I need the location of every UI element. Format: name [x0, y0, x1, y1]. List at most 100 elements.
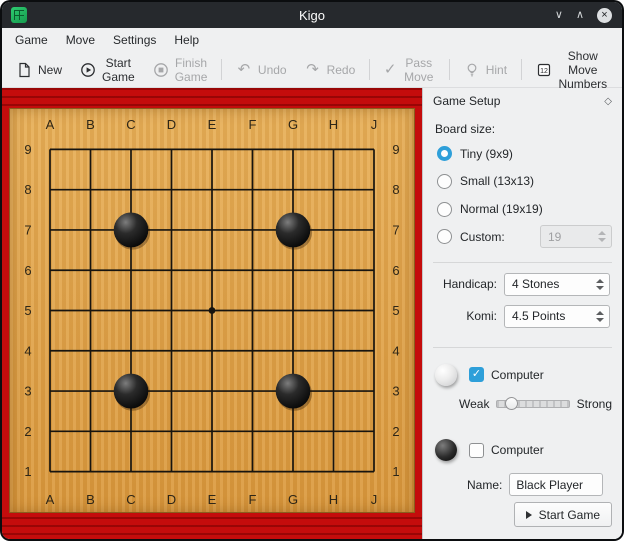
black-player-row: ✓ Computer	[435, 437, 612, 463]
svg-text:12: 12	[540, 68, 548, 75]
menu-move[interactable]: Move	[57, 29, 104, 51]
komi-row: Komi: 4.5 Points	[433, 305, 610, 328]
spin-down-icon[interactable]	[596, 286, 604, 290]
toolbar-separator	[521, 59, 522, 80]
svg-text:2: 2	[24, 424, 31, 439]
radio-row-small[interactable]: Small (13x13)	[437, 171, 612, 193]
spin-up-icon[interactable]	[596, 279, 604, 283]
minimize-button[interactable]: ∨	[555, 2, 563, 28]
svg-text:3: 3	[24, 384, 31, 399]
lightbulb-icon	[464, 62, 480, 78]
spin-up-icon[interactable]	[596, 311, 604, 315]
spin-up-icon[interactable]	[598, 231, 606, 235]
finish-game-button[interactable]: Finish Game	[145, 51, 216, 89]
spin-arrows[interactable]	[598, 231, 606, 242]
toolbar-separator	[369, 59, 370, 80]
weak-label: Weak	[459, 397, 489, 411]
spin-down-icon[interactable]	[596, 318, 604, 322]
game-setup-panel: Game Setup ◇ Board size: Tiny (9x9) Smal…	[422, 88, 622, 539]
svg-text:2: 2	[392, 424, 399, 439]
window-title: Kigo	[2, 8, 622, 23]
menu-game[interactable]: Game	[6, 29, 57, 51]
svg-text:A: A	[46, 492, 55, 507]
handicap-row: Handicap: 4 Stones	[433, 273, 610, 296]
radio-row-normal[interactable]: Normal (19x19)	[437, 198, 612, 220]
radio-tiny[interactable]	[437, 146, 452, 161]
svg-text:5: 5	[24, 303, 31, 318]
radio-row-custom[interactable]: Custom: 19	[437, 226, 612, 248]
svg-text:B: B	[86, 492, 95, 507]
svg-text:1: 1	[24, 464, 31, 479]
maximize-button[interactable]: ∧	[576, 2, 584, 28]
start-game-button[interactable]: Start Game	[514, 502, 612, 527]
titlebar[interactable]: Kigo ∨ ∧ ×	[2, 2, 622, 28]
divider	[433, 347, 612, 348]
white-player-row: ✓ Computer	[435, 362, 612, 388]
svg-text:F: F	[249, 117, 257, 132]
menu-help[interactable]: Help	[165, 29, 208, 51]
play-icon	[526, 511, 532, 519]
custom-size-spinbox[interactable]: 19	[540, 225, 612, 248]
white-computer-checkbox[interactable]: ✓	[469, 367, 484, 382]
hint-button[interactable]: Hint	[456, 57, 515, 83]
radio-small-label: Small (13x13)	[460, 174, 534, 188]
spin-arrows[interactable]	[596, 311, 604, 322]
toolbar-separator	[221, 59, 222, 80]
svg-text:J: J	[371, 492, 377, 507]
undo-button[interactable]: ↶ Undo	[228, 57, 295, 83]
strength-slider[interactable]	[496, 400, 569, 408]
radio-custom[interactable]	[437, 229, 452, 244]
komi-spinbox[interactable]: 4.5 Points	[504, 305, 610, 328]
slider-handle[interactable]	[505, 397, 518, 410]
komi-label: Komi:	[466, 309, 497, 323]
start-game-row: Start Game	[433, 496, 612, 529]
kigo-window: Kigo ∨ ∧ × Game Move Settings Help	[0, 0, 624, 541]
spin-down-icon[interactable]	[598, 238, 606, 242]
start-game-toolbar-button[interactable]: Start Game	[72, 51, 143, 89]
black-stone-icon	[435, 439, 457, 461]
close-button[interactable]: ×	[597, 8, 612, 23]
handicap-label: Handicap:	[443, 277, 497, 291]
radio-row-tiny[interactable]: Tiny (9x9)	[437, 143, 612, 165]
svg-text:7: 7	[392, 222, 399, 237]
svg-text:B: B	[86, 117, 95, 132]
menu-settings[interactable]: Settings	[104, 29, 165, 51]
toolbar: New Start Game Finish Game	[2, 52, 622, 88]
handicap-spinbox[interactable]: 4 Stones	[504, 273, 610, 296]
radio-normal-label: Normal (19x19)	[460, 202, 543, 216]
black-player-name-input[interactable]	[509, 473, 603, 496]
svg-text:H: H	[329, 492, 338, 507]
checkmark-icon: ✓	[384, 62, 397, 78]
toolbar-separator	[449, 59, 450, 80]
svg-text:G: G	[288, 117, 298, 132]
screen: Kigo ∨ ∧ × Game Move Settings Help	[0, 0, 624, 541]
svg-text:A: A	[46, 117, 55, 132]
svg-text:E: E	[208, 492, 217, 507]
svg-text:4: 4	[24, 343, 31, 358]
redo-button[interactable]: ↷ Redo	[297, 57, 364, 83]
radio-tiny-label: Tiny (9x9)	[460, 147, 513, 161]
radio-normal[interactable]	[437, 202, 452, 217]
black-computer-label: Computer	[491, 443, 544, 457]
white-computer-label: Computer	[491, 368, 544, 382]
go-board-grid[interactable]: AABBCCDDEEFFGGHHJJ998877665544332211	[10, 109, 414, 512]
svg-text:3: 3	[392, 384, 399, 399]
new-document-icon	[16, 62, 32, 78]
svg-text:8: 8	[392, 182, 399, 197]
svg-text:9: 9	[392, 142, 399, 157]
go-board[interactable]: AABBCCDDEEFFGGHHJJ998877665544332211	[9, 108, 415, 513]
new-button[interactable]: New	[8, 57, 70, 83]
float-panel-icon[interactable]: ◇	[604, 96, 612, 107]
white-stone-icon	[435, 364, 457, 386]
redo-arrow-icon: ↷	[305, 62, 321, 78]
black-computer-checkbox[interactable]: ✓	[469, 443, 484, 458]
undo-arrow-icon: ↶	[236, 62, 252, 78]
svg-text:7: 7	[24, 222, 31, 237]
spin-arrows[interactable]	[596, 279, 604, 290]
play-circle-icon	[80, 62, 96, 78]
panel-header: Game Setup ◇	[423, 88, 622, 114]
white-strength-row: Weak Strong	[459, 397, 612, 411]
pass-move-button[interactable]: ✓ Pass Move	[376, 51, 443, 89]
svg-text:H: H	[329, 117, 338, 132]
radio-small[interactable]	[437, 174, 452, 189]
